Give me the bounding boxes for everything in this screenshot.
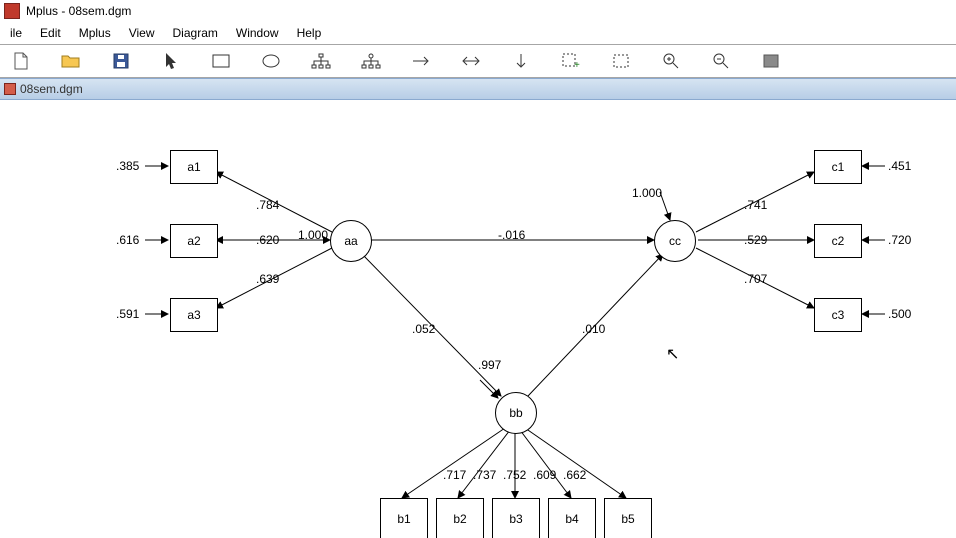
path-bb-cc: .010 [582,322,605,336]
observed-c1[interactable]: c1 [814,150,862,184]
observed-b1[interactable]: b1 [380,498,428,538]
document-tab-label: 08sem.dgm [20,82,83,96]
loading-cc-c2: .529 [744,233,767,247]
residual-c3: .500 [888,307,911,321]
loading-bb-b3: .752 [503,468,526,482]
menu-mplus[interactable]: Mplus [71,24,119,42]
observed-a1-label: a1 [187,160,200,174]
latent-cc[interactable]: cc [654,220,696,262]
fill-tool-icon[interactable] [760,50,782,72]
tree-tool-icon[interactable] [310,50,332,72]
menu-help[interactable]: Help [289,24,330,42]
observed-c3-label: c3 [832,308,845,322]
observed-b2-label: b2 [453,512,466,526]
observed-c3[interactable]: c3 [814,298,862,332]
arrow-down-icon[interactable] [510,50,532,72]
residual-c2: .720 [888,233,911,247]
residual-a3: .591 [116,307,139,321]
save-file-icon[interactable] [110,50,132,72]
observed-b4[interactable]: b4 [548,498,596,538]
latent-aa[interactable]: aa [330,220,372,262]
loading-aa-a1: .784 [256,198,279,212]
title-bar: Mplus - 08sem.dgm [0,0,956,22]
observed-c1-label: c1 [832,160,845,174]
arrow-both-icon[interactable] [460,50,482,72]
rectangle-tool-icon[interactable] [210,50,232,72]
pointer-tool-icon[interactable] [160,50,182,72]
menu-window[interactable]: Window [228,24,287,42]
residual-a1: .385 [116,159,139,173]
observed-b1-label: b1 [397,512,410,526]
svg-text:+: + [574,60,580,69]
zoom-out-icon[interactable] [710,50,732,72]
latent-bb[interactable]: bb [495,392,537,434]
path-aa-fixed: 1.000 [298,228,328,242]
menu-diagram[interactable]: Diagram [165,24,226,42]
latent-cc-label: cc [669,234,681,248]
path-aa-cc: -.016 [498,228,525,242]
path-aa-bb: .052 [412,322,435,336]
observed-a2-label: a2 [187,234,200,248]
loading-bb-b2: .737 [473,468,496,482]
window-title: Mplus - 08sem.dgm [26,4,131,18]
observed-a3-label: a3 [187,308,200,322]
document-icon [4,83,16,95]
residual-a2: .616 [116,233,139,247]
residual-c1: .451 [888,159,911,173]
menu-view[interactable]: View [121,24,163,42]
open-file-icon[interactable] [60,50,82,72]
path-bb-var: .997 [478,358,501,372]
observed-a3[interactable]: a3 [170,298,218,332]
app-icon [4,3,20,19]
arrow-right-icon[interactable] [410,50,432,72]
observed-b3[interactable]: b3 [492,498,540,538]
observed-b2[interactable]: b2 [436,498,484,538]
observed-b4-label: b4 [565,512,578,526]
new-file-icon[interactable] [10,50,32,72]
document-tab[interactable]: 08sem.dgm [0,78,956,100]
menu-file[interactable]: ile [2,24,30,42]
loading-bb-b5: .662 [563,468,586,482]
latent-aa-label: aa [344,234,357,248]
zoom-in-icon[interactable] [660,50,682,72]
marquee-add-icon[interactable]: + [560,50,582,72]
loading-bb-b4: .609 [533,468,556,482]
menu-edit[interactable]: Edit [32,24,69,42]
loading-cc-c3: .707 [744,272,767,286]
marquee-icon[interactable] [610,50,632,72]
menu-bar: ile Edit Mplus View Diagram Window Help [0,22,956,45]
observed-b3-label: b3 [509,512,522,526]
observed-a1[interactable]: a1 [170,150,218,184]
observed-b5-label: b5 [621,512,634,526]
observed-c2[interactable]: c2 [814,224,862,258]
observed-c2-label: c2 [832,234,845,248]
diagram-canvas[interactable]: aa cc bb a1 a2 a3 c1 c2 c3 b1 b2 b3 b4 b… [0,100,956,538]
observed-b5[interactable]: b5 [604,498,652,538]
loading-bb-b1: .717 [443,468,466,482]
loading-aa-a2: .620 [256,233,279,247]
ellipse-tool-icon[interactable] [260,50,282,72]
loading-aa-a3: .639 [256,272,279,286]
toolbar: + [0,45,956,78]
observed-a2[interactable]: a2 [170,224,218,258]
latent-bb-label: bb [509,406,522,420]
tree-circle-tool-icon[interactable] [360,50,382,72]
cursor-icon: ↖ [666,344,679,364]
loading-cc-c1: .741 [744,198,767,212]
path-cc-var: 1.000 [632,186,662,200]
